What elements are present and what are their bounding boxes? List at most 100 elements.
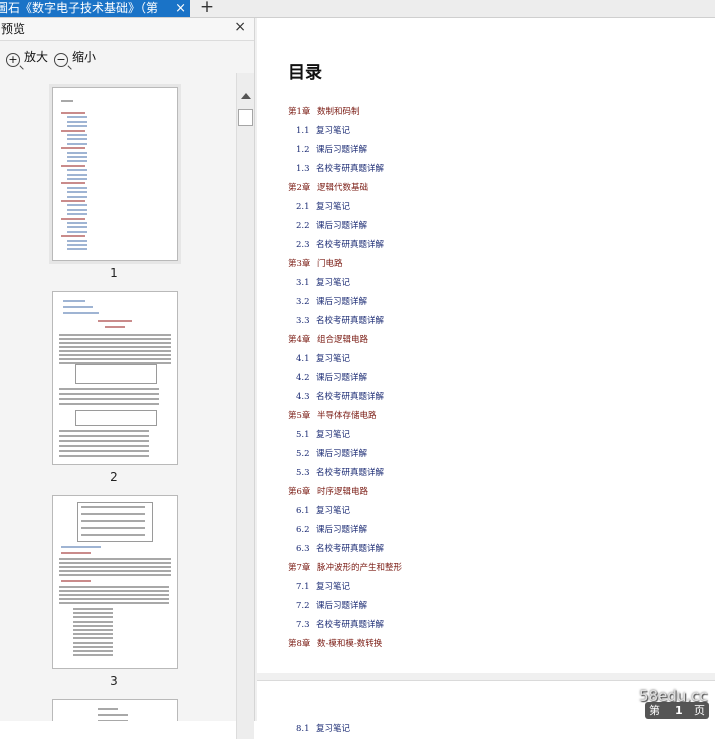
toc-section-number: 1.3	[296, 164, 310, 174]
toc-section-title: 复习笔记	[316, 582, 351, 592]
toc-section[interactable]: 4.2 课后习题详解	[296, 371, 367, 383]
toc-section-number: 4.3	[296, 392, 310, 402]
page-thumbnail-number-3: 3	[110, 674, 118, 688]
page-thumbnail-2[interactable]	[52, 291, 178, 465]
preview-title: 预览	[1, 22, 26, 36]
page-thumbnail-3[interactable]	[52, 495, 178, 669]
preview-scrollbar[interactable]	[236, 73, 254, 739]
thumbnail-text-line	[98, 320, 132, 322]
toc-chapter-number: 第1章	[288, 107, 311, 117]
toc-chapter-number: 第8章	[288, 639, 311, 649]
thumbnail-table	[77, 502, 153, 542]
thumbnail-text-line	[67, 239, 87, 242]
thumbnail-text-line	[59, 562, 171, 564]
toc-section[interactable]: 1.2 课后习题详解	[296, 143, 367, 155]
thumbnail-text-line	[67, 120, 87, 123]
close-preview-icon[interactable]: ×	[234, 19, 246, 35]
thumbnail-text-line	[61, 147, 85, 150]
toc-section[interactable]: 7.2 课后习题详解	[296, 599, 367, 611]
thumbnail-text-line	[67, 169, 87, 172]
toc-chapter[interactable]: 第8章 数-模和模-数转换	[288, 637, 382, 649]
document-view[interactable]: 目录 第1章 数制和码制 1.1 复习笔记 1.2 课后习题详解 1.3 名校考研真题详解 第2…	[255, 18, 715, 741]
toc-section[interactable]: 2.1 复习笔记	[296, 200, 350, 212]
toc-section[interactable]: 3.2 课后习题详解	[296, 295, 367, 307]
toc-section[interactable]: 6.2 课后习题详解	[296, 523, 367, 535]
thumbnail-text-line	[59, 574, 171, 576]
toc-section-title: 课后习题详解	[316, 297, 368, 307]
page-thumbnail-4[interactable]	[52, 699, 178, 721]
toc-chapter[interactable]: 第6章 时序逻辑电路	[288, 485, 368, 497]
toc-section[interactable]: 3.3 名校考研真题详解	[296, 314, 384, 326]
toc-section[interactable]: 5.1 复习笔记	[296, 428, 350, 440]
toc-section-number: 5.2	[296, 449, 310, 459]
thumbnail-text-line	[61, 182, 85, 185]
close-tab-icon[interactable]: ×	[175, 0, 186, 17]
scroll-up-icon[interactable]	[241, 93, 251, 99]
thumbnail-text-line	[59, 435, 149, 437]
toc-section[interactable]: 2.3 名校考研真题详解	[296, 238, 384, 250]
toc-section-number: 6.2	[296, 525, 310, 535]
thumbnail-text-line	[59, 393, 159, 395]
scrollbar-thumb[interactable]	[238, 109, 253, 126]
document-tab[interactable]: 圖石《数字电子技术基础》（第 ×	[0, 0, 190, 17]
preview-panel: 预览 × + 放大 − 缩小 1 2 3	[0, 18, 255, 739]
toc-chapter[interactable]: 第3章 门电路	[288, 257, 343, 269]
toc-section[interactable]: 4.1 复习笔记	[296, 352, 350, 364]
thumbnail-text-line	[81, 534, 145, 536]
thumbnail-text-line	[61, 546, 101, 548]
preview-header: 预览 ×	[0, 18, 254, 41]
thumbnail-text-line	[59, 346, 171, 348]
toc-chapter[interactable]: 第4章 组合逻辑电路	[288, 333, 368, 345]
toc-section[interactable]: 2.2 课后习题详解	[296, 219, 367, 231]
thumbnail-text-line	[81, 513, 145, 515]
thumbnail-text-line	[67, 248, 87, 251]
toc-section[interactable]: 5.3 名校考研真题详解	[296, 466, 384, 478]
thumbnail-text-line	[59, 358, 171, 360]
thumbnail-text-line	[59, 445, 149, 447]
toc-chapter[interactable]: 第2章 逻辑代数基础	[288, 181, 368, 193]
thumbnail-text-line	[67, 142, 87, 145]
new-tab-button[interactable]: +	[199, 0, 215, 16]
thumbnail-text-line	[81, 527, 145, 529]
toc-section-number: 4.2	[296, 373, 310, 383]
toc-section-number: 8.1	[296, 724, 310, 734]
toc-chapter-title: 时序逻辑电路	[317, 487, 369, 497]
toc-section[interactable]: 1.1 复习笔记	[296, 124, 350, 136]
toc-section[interactable]: 6.3 名校考研真题详解	[296, 542, 384, 554]
toc-section[interactable]: 7.1 复习笔记	[296, 580, 350, 592]
thumbnail-text-line	[81, 506, 145, 508]
toc-section[interactable]: 6.1 复习笔记	[296, 504, 350, 516]
toc-chapter[interactable]: 第7章 脉冲波形的产生和整形	[288, 561, 402, 573]
thumbnail-text-line	[59, 334, 171, 336]
toc-section[interactable]: 1.3 名校考研真题详解	[296, 162, 384, 174]
zoom-in-button[interactable]: + 放大	[6, 48, 48, 67]
thumbnail-text-line	[61, 235, 85, 238]
thumbnail-text-line	[73, 633, 113, 636]
thumbnail-text-line	[67, 204, 87, 207]
toc-section[interactable]: 7.3 名校考研真题详解	[296, 618, 384, 630]
toc-section-number: 5.3	[296, 468, 310, 478]
thumbnail-text-line	[67, 173, 87, 176]
thumbnail-text-line	[59, 354, 171, 356]
toc-chapter-number: 第2章	[288, 183, 311, 193]
thumbnail-text-line	[73, 624, 113, 627]
thumbnail-text-line	[67, 230, 87, 233]
page-thumbnail-1[interactable]	[52, 87, 178, 261]
zoom-out-button[interactable]: − 缩小	[54, 48, 96, 67]
toc-section[interactable]: 8.1 复习笔记	[296, 722, 350, 734]
toc-chapter[interactable]: 第1章 数制和码制	[288, 105, 360, 117]
toc-section-number: 7.1	[296, 582, 310, 592]
thumbnail-text-line	[61, 580, 91, 582]
thumbnail-text-line	[61, 100, 73, 102]
toc-section[interactable]: 4.3 名校考研真题详解	[296, 390, 384, 402]
toc-section[interactable]: 5.2 课后习题详解	[296, 447, 367, 459]
thumbnail-text-line	[73, 620, 113, 623]
toc-section[interactable]: 3.1 复习笔记	[296, 276, 350, 288]
toc-section-title: 名校考研真题详解	[316, 468, 385, 478]
thumbnail-text-line	[59, 455, 149, 457]
toc-chapter[interactable]: 第5章 半导体存储电路	[288, 409, 377, 421]
thumbnail-text-line	[67, 151, 87, 154]
toc-section-title: 复习笔记	[316, 724, 351, 734]
thumbnail-text-line	[67, 226, 87, 229]
toc-chapter-title: 半导体存储电路	[317, 411, 377, 421]
